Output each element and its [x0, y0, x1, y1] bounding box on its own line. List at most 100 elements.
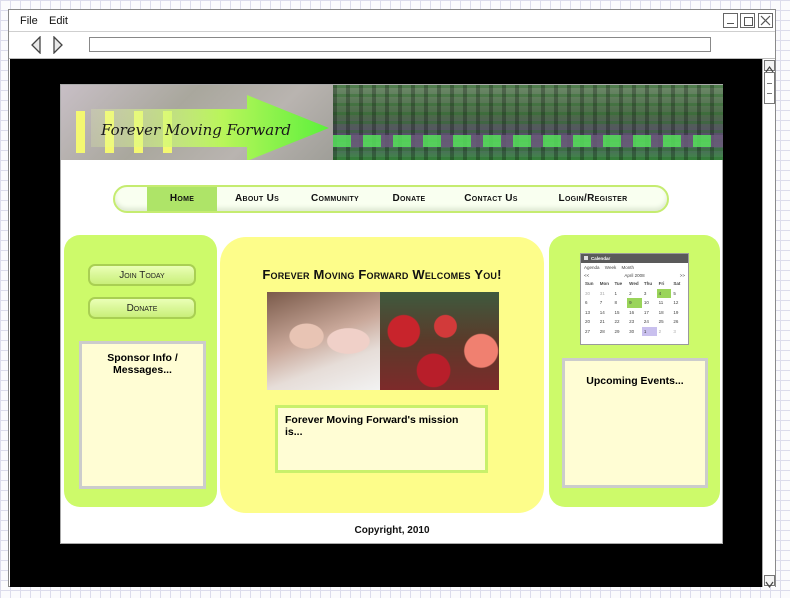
center-content: Forever Moving Forward Welcomes You! For…	[220, 237, 544, 513]
calendar-day[interactable]: 2	[657, 327, 672, 337]
calendar-day[interactable]: 9	[627, 298, 642, 308]
banner-title: Forever Moving Forward	[101, 121, 291, 139]
calendar-day[interactable]: 1	[641, 326, 657, 336]
calendar-day[interactable]: 22	[612, 317, 627, 327]
calendar-day[interactable]: 6	[583, 298, 598, 308]
close-icon[interactable]	[758, 13, 773, 28]
calendar-week: 20 21 22 23 24 25 26	[583, 317, 686, 327]
calendar-day[interactable]: 11	[657, 298, 672, 308]
calendar-month-label: April 2008	[624, 273, 645, 278]
page-viewport: Forever Moving Forward Home About Us Com…	[10, 59, 762, 587]
calendar-tab-month[interactable]: Month	[621, 263, 634, 272]
nav-home[interactable]: Home	[147, 187, 217, 211]
calendar-day[interactable]: 25	[657, 317, 672, 327]
calendar-day[interactable]: 3	[671, 327, 686, 337]
calendar-day[interactable]: 26	[671, 317, 686, 327]
photo-reading	[267, 292, 380, 390]
calendar-day[interactable]: 13	[583, 308, 598, 318]
mission-box: Forever Moving Forward's mission is...	[275, 405, 488, 473]
community-photo	[267, 292, 499, 390]
upcoming-events-box: Upcoming Events...	[562, 358, 708, 488]
calendar-day[interactable]: 12	[671, 298, 686, 308]
calendar-weekdays: Sun Mon Tue Wed Thu Fri Sat	[583, 279, 686, 289]
scroll-down-icon[interactable]	[764, 575, 775, 589]
calendar-tab-agenda[interactable]: Agenda	[584, 263, 600, 272]
calendar-tabs: Agenda Week Month	[581, 263, 688, 272]
banner-image	[333, 85, 723, 160]
browser-window: File Edit Forever Moving Forward Home Ab…	[8, 9, 776, 589]
browser-toolbar	[9, 33, 775, 59]
forward-arrow-icon[interactable]	[51, 36, 65, 54]
calendar-day[interactable]: 31	[598, 289, 613, 299]
maximize-icon[interactable]	[740, 13, 755, 28]
calendar-day[interactable]: 4	[656, 288, 672, 298]
calendar-day[interactable]: 10	[642, 298, 657, 308]
calendar-weekday: Sun	[585, 281, 594, 286]
calendar-week: 30 31 1 2 3 4 5	[583, 288, 686, 299]
welcome-heading: Forever Moving Forward Welcomes You!	[262, 267, 502, 282]
scroll-up-icon[interactable]	[764, 60, 775, 73]
calendar-day[interactable]: 21	[598, 317, 613, 327]
web-page: Forever Moving Forward Home About Us Com…	[60, 84, 723, 544]
calendar-day[interactable]: 19	[671, 308, 686, 318]
calendar-day[interactable]: 30	[627, 327, 642, 337]
nav-login-register[interactable]: Login/Register	[543, 187, 643, 211]
calendar-grid: Sun Mon Tue Wed Thu Fri Sat 30 31 1 2 3 …	[583, 279, 686, 336]
menu-file[interactable]: File	[20, 15, 38, 27]
calendar-week: 13 14 15 16 17 18 19	[583, 308, 686, 318]
left-sidebar: Join Today Donate Sponsor Info / Message…	[64, 235, 217, 507]
calendar-next[interactable]: >>	[680, 272, 688, 279]
calendar-day[interactable]: 20	[583, 317, 598, 327]
calendar-weekday: Thu	[643, 281, 653, 286]
calendar-day[interactable]: 23	[627, 317, 642, 327]
vertical-scrollbar[interactable]	[762, 59, 775, 589]
calendar-day[interactable]: 27	[583, 327, 598, 337]
calendar-weekday: Wed	[629, 281, 639, 286]
calendar-day[interactable]: 8	[612, 298, 627, 308]
back-arrow-icon[interactable]	[29, 36, 43, 54]
scroll-thumb[interactable]	[764, 72, 775, 104]
join-today-button[interactable]: Join Today	[88, 264, 196, 286]
calendar-day[interactable]: 17	[642, 308, 657, 318]
donate-button[interactable]: Donate	[88, 297, 196, 319]
calendar-weekday: Sat	[673, 281, 681, 286]
calendar-day[interactable]: 5	[671, 289, 686, 299]
calendar-day[interactable]: 3	[642, 289, 657, 299]
photo-group	[380, 292, 499, 390]
calendar-day[interactable]: 24	[642, 317, 657, 327]
calendar-day[interactable]: 18	[657, 308, 672, 318]
address-bar[interactable]	[89, 37, 711, 52]
calendar-day[interactable]: 1	[612, 289, 627, 299]
sponsor-messages-box: Sponsor Info / Messages...	[79, 341, 206, 489]
nav-community[interactable]: Community	[298, 187, 372, 211]
nav-about-us[interactable]: About Us	[222, 187, 292, 211]
banner-image-band	[333, 135, 723, 147]
nav-donate[interactable]: Donate	[379, 187, 439, 211]
calendar-weekday: Mon	[599, 281, 609, 286]
calendar-day[interactable]: 2	[627, 289, 642, 299]
copyright-footer: Copyright, 2010	[354, 525, 430, 536]
calendar-week: 6 7 8 9 10 11 12	[583, 298, 686, 308]
calendar-day[interactable]: 14	[598, 308, 613, 318]
right-sidebar: Calendar Agenda Week Month << April 2008…	[549, 235, 720, 507]
main-navigation: Home About Us Community Donate Contact U…	[113, 185, 669, 213]
calendar-day[interactable]: 30	[583, 289, 598, 299]
banner-logo-area: Forever Moving Forward	[61, 85, 333, 160]
calendar-day[interactable]: 29	[612, 327, 627, 337]
calendar-day[interactable]: 15	[612, 308, 627, 318]
minimize-icon[interactable]	[723, 13, 738, 28]
calendar-day[interactable]: 28	[598, 327, 613, 337]
calendar-weekday: Tue	[614, 281, 623, 286]
nav-contact-us[interactable]: Contact Us	[451, 187, 531, 211]
calendar-day[interactable]: 16	[627, 308, 642, 318]
calendar-prev[interactable]: <<	[581, 272, 589, 279]
calendar-month-row: << April 2008 >>	[581, 272, 688, 279]
calendar-tab-week[interactable]: Week	[605, 263, 616, 272]
calendar-title: Calendar	[581, 254, 688, 263]
calendar-day[interactable]: 7	[598, 298, 613, 308]
menu-edit[interactable]: Edit	[49, 15, 68, 27]
site-banner: Forever Moving Forward	[61, 85, 723, 160]
calendar-widget[interactable]: Calendar Agenda Week Month << April 2008…	[580, 253, 689, 345]
calendar-weekday: Fri	[658, 281, 665, 286]
calendar-week: 27 28 29 30 1 2 3	[583, 326, 686, 337]
